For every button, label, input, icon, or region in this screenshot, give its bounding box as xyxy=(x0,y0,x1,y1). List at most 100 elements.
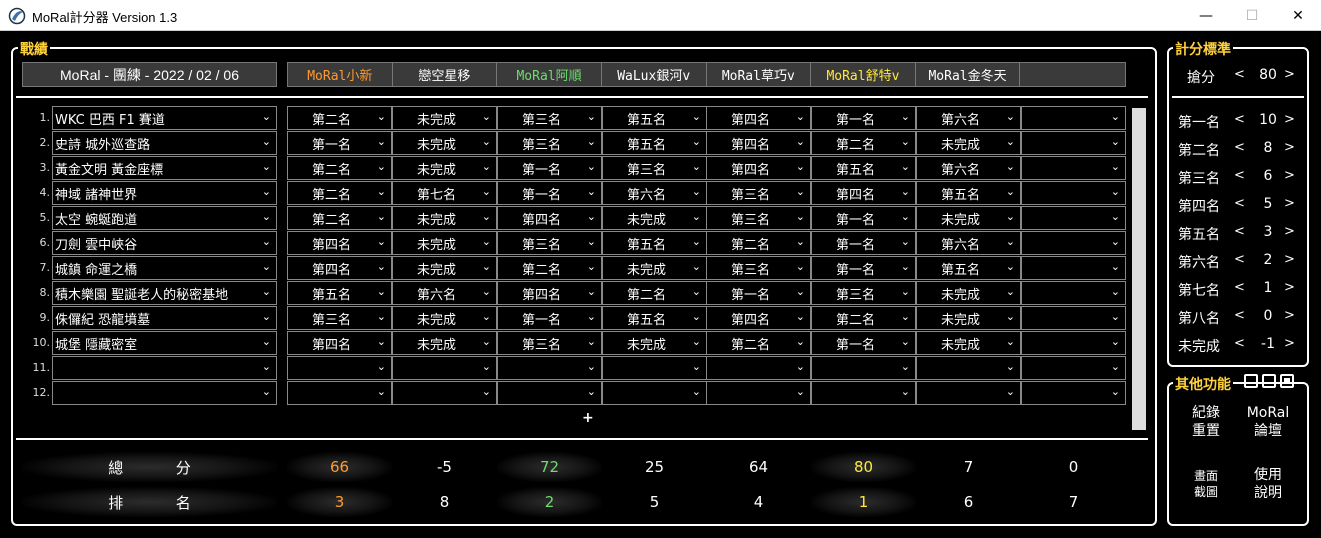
decrease-button[interactable]: < xyxy=(1234,196,1245,211)
decrease-button[interactable]: < xyxy=(1234,308,1245,323)
rank-select[interactable]: 第二名 ⌄ xyxy=(287,156,392,180)
rank-select[interactable]: 第六名 ⌄ xyxy=(916,156,1021,180)
rank-select[interactable]: ⌄ xyxy=(1021,131,1126,155)
rank-select[interactable]: ⌄ xyxy=(1021,156,1126,180)
map-select[interactable]: ⌄ xyxy=(52,356,277,380)
reset-record-button[interactable]: 紀錄 重置 xyxy=(1178,400,1234,444)
rank-select[interactable]: 第七名 ⌄ xyxy=(392,181,497,205)
moral-forum-button[interactable]: MoRal 論壇 xyxy=(1240,400,1296,444)
rank-select[interactable]: 未完成 ⌄ xyxy=(392,131,497,155)
rank-select[interactable]: ⌄ xyxy=(497,356,602,380)
rank-select[interactable]: ⌄ xyxy=(1021,381,1126,405)
rank-select[interactable]: ⌄ xyxy=(916,381,1021,405)
rank-select[interactable]: 第三名 ⌄ xyxy=(602,156,707,180)
rank-select[interactable]: 第二名 ⌄ xyxy=(811,306,916,330)
rank-select[interactable]: ⌄ xyxy=(1021,231,1126,255)
player-name-1[interactable]: MoRal小新 xyxy=(288,63,393,86)
rank-select[interactable]: ⌄ xyxy=(392,356,497,380)
rank-select[interactable]: 第四名 ⌄ xyxy=(497,206,602,230)
rank-select[interactable]: 第一名 ⌄ xyxy=(497,156,602,180)
rank-select[interactable]: 未完成 ⌄ xyxy=(392,306,497,330)
rank-select[interactable]: ⌄ xyxy=(392,381,497,405)
close-button[interactable]: ✕ xyxy=(1275,0,1321,31)
decrease-button[interactable]: < xyxy=(1234,168,1245,183)
rank-select[interactable]: ⌄ xyxy=(1021,181,1126,205)
increase-button[interactable]: > xyxy=(1284,112,1295,127)
rank-select[interactable]: 第一名 ⌄ xyxy=(811,331,916,355)
increase-button[interactable]: > xyxy=(1284,196,1295,211)
rank-select[interactable]: 第三名 ⌄ xyxy=(497,231,602,255)
rank-select[interactable]: 第四名 ⌄ xyxy=(706,131,811,155)
rank-select[interactable]: ⌄ xyxy=(1021,356,1126,380)
rank-select[interactable]: ⌄ xyxy=(497,381,602,405)
rank-select[interactable]: ⌄ xyxy=(811,356,916,380)
rank-select[interactable]: 第五名 ⌄ xyxy=(602,131,707,155)
rank-select[interactable]: 第一名 ⌄ xyxy=(706,281,811,305)
rank-select[interactable]: ⌄ xyxy=(916,356,1021,380)
rank-select[interactable]: 未完成 ⌄ xyxy=(392,106,497,130)
rank-select[interactable]: 第五名 ⌄ xyxy=(287,281,392,305)
rank-select[interactable]: ⌄ xyxy=(1021,306,1126,330)
map-select[interactable]: 侏儸紀 恐龍墳墓 ⌄ xyxy=(52,306,277,330)
add-row-button[interactable]: + xyxy=(582,410,594,426)
map-select[interactable]: 黃金文明 黃金座標 ⌄ xyxy=(52,156,277,180)
scrollbar-thumb[interactable] xyxy=(1132,108,1146,430)
player-name-4[interactable]: WaLux銀河v xyxy=(602,63,707,86)
map-select[interactable]: ⌄ xyxy=(52,381,277,405)
rank-select[interactable]: ⌄ xyxy=(811,381,916,405)
rank-select[interactable]: 第二名 ⌄ xyxy=(811,131,916,155)
layout-toggle-1[interactable] xyxy=(1244,374,1258,388)
rank-select[interactable]: ⌄ xyxy=(602,381,707,405)
rank-select[interactable]: 第三名 ⌄ xyxy=(706,256,811,280)
decrease-button[interactable]: < xyxy=(1234,140,1245,155)
layout-toggle-2[interactable] xyxy=(1262,374,1276,388)
decrease-button[interactable]: < xyxy=(1234,112,1245,127)
rank-select[interactable]: 第四名 ⌄ xyxy=(706,306,811,330)
rank-select[interactable]: 第三名 ⌄ xyxy=(497,131,602,155)
player-name-7[interactable]: MoRal金冬天 xyxy=(916,63,1021,86)
map-select[interactable]: 史詩 城外巡查路 ⌄ xyxy=(52,131,277,155)
rank-select[interactable]: 第四名 ⌄ xyxy=(811,181,916,205)
rank-select[interactable]: 第五名 ⌄ xyxy=(602,306,707,330)
rank-select[interactable]: 未完成 ⌄ xyxy=(916,206,1021,230)
rank-select[interactable]: 未完成 ⌄ xyxy=(392,331,497,355)
rank-select[interactable]: ⌄ xyxy=(287,356,392,380)
screenshot-button[interactable]: 畫面 截圖 xyxy=(1178,462,1234,506)
rank-select[interactable]: ⌄ xyxy=(287,381,392,405)
rank-select[interactable]: 第六名 ⌄ xyxy=(602,181,707,205)
rank-select[interactable]: 第一名 ⌄ xyxy=(811,206,916,230)
player-name-3[interactable]: MoRal阿順 xyxy=(497,63,602,86)
rank-select[interactable]: 第四名 ⌄ xyxy=(706,156,811,180)
rank-select[interactable]: 第三名 ⌄ xyxy=(706,181,811,205)
increase-button[interactable]: > xyxy=(1284,308,1295,323)
map-select[interactable]: 積木樂園 聖誕老人的秘密基地 ⌄ xyxy=(52,281,277,305)
increase-button[interactable]: > xyxy=(1284,224,1295,239)
rank-select[interactable]: 未完成 ⌄ xyxy=(392,256,497,280)
rank-select[interactable]: 第四名 ⌄ xyxy=(497,281,602,305)
rank-select[interactable]: 第六名 ⌄ xyxy=(916,106,1021,130)
rank-select[interactable]: 未完成 ⌄ xyxy=(602,206,707,230)
decrease-button[interactable]: < xyxy=(1234,224,1245,239)
player-name-2[interactable]: 戀空星移 xyxy=(393,63,498,86)
rank-select[interactable]: 第二名 ⌄ xyxy=(497,256,602,280)
rank-select[interactable]: 第五名 ⌄ xyxy=(916,181,1021,205)
rank-select[interactable]: ⌄ xyxy=(706,381,811,405)
rank-select[interactable]: 第五名 ⌄ xyxy=(602,231,707,255)
rank-select[interactable]: 第一名 ⌄ xyxy=(497,306,602,330)
minimize-button[interactable]: — xyxy=(1183,0,1229,31)
help-button[interactable]: 使用 說明 xyxy=(1240,462,1296,506)
player-name-6[interactable]: MoRal舒特v xyxy=(811,63,916,86)
rank-select[interactable]: 第五名 ⌄ xyxy=(811,156,916,180)
rank-select[interactable]: 第二名 ⌄ xyxy=(706,231,811,255)
rank-select[interactable]: 第一名 ⌄ xyxy=(811,256,916,280)
rank-select[interactable]: ⌄ xyxy=(1021,281,1126,305)
decrease-button[interactable]: < xyxy=(1234,280,1245,295)
rank-select[interactable]: 第三名 ⌄ xyxy=(287,306,392,330)
scrollbar[interactable] xyxy=(1132,108,1146,430)
rank-select[interactable]: 未完成 ⌄ xyxy=(916,306,1021,330)
rank-select[interactable]: 第一名 ⌄ xyxy=(497,181,602,205)
decrease-button[interactable]: < xyxy=(1234,67,1245,82)
rank-select[interactable]: 第二名 ⌄ xyxy=(706,331,811,355)
map-select[interactable]: 城鎮 命運之橋 ⌄ xyxy=(52,256,277,280)
rank-select[interactable]: 未完成 ⌄ xyxy=(602,331,707,355)
